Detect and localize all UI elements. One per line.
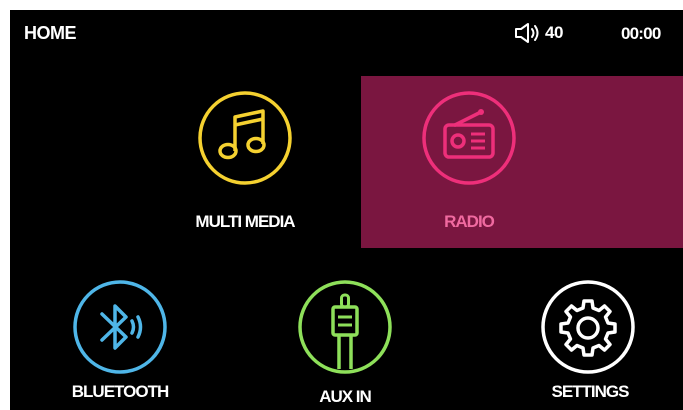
- menu-item-label: SETTINGS: [551, 382, 629, 401]
- volume-level: 40: [545, 23, 563, 42]
- radio-icon: [422, 91, 516, 185]
- menu-item-label: MULTI MEDIA: [195, 212, 295, 231]
- head-unit-screen: HOME 40 00:00 MULTI MEDIA RADIO BLUETOOT…: [10, 10, 683, 410]
- clock: 00:00: [621, 24, 661, 43]
- status-bar: HOME 40 00:00: [10, 10, 683, 56]
- gear-icon: [541, 280, 635, 374]
- speaker-icon: [515, 23, 539, 43]
- menu-item-label: RADIO: [444, 212, 495, 231]
- bluetooth-icon: [73, 280, 167, 374]
- menu-item-radio[interactable]: RADIO: [361, 76, 683, 248]
- menu-item-label: BLUETOOTH: [71, 382, 169, 401]
- menu-item-aux-in[interactable]: AUX IN: [260, 265, 430, 410]
- menu-item-label: AUX IN: [319, 387, 372, 406]
- menu-item-multimedia[interactable]: MULTI MEDIA: [130, 76, 360, 248]
- music-note-icon: [198, 91, 292, 185]
- page-title: HOME: [24, 23, 77, 43]
- aux-plug-icon: [298, 280, 392, 374]
- menu-item-settings[interactable]: SETTINGS: [500, 265, 680, 410]
- volume-indicator[interactable]: 40: [513, 20, 563, 46]
- menu-item-bluetooth[interactable]: BLUETOOTH: [30, 265, 210, 410]
